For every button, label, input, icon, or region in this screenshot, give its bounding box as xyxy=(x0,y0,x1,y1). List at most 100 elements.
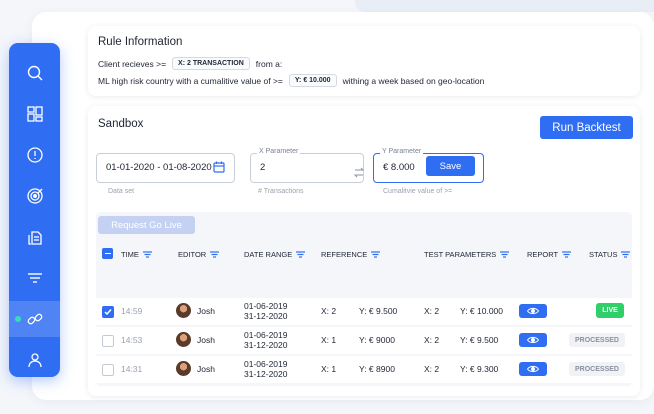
run-backtest-button[interactable]: Run Backtest xyxy=(540,116,633,139)
avatar xyxy=(176,361,191,376)
time-cell: 14:53 xyxy=(121,335,143,345)
sort-icon[interactable] xyxy=(296,251,306,258)
date-start: 01-06-2019 xyxy=(244,301,288,311)
link-icon xyxy=(27,313,42,325)
sandbox-card: Sandbox Run Backtest 01-01-2020 - 01-08-… xyxy=(88,106,640,396)
header-test-parameters[interactable]: TEST PARAMETERS xyxy=(424,250,510,259)
dataset-date-range-field[interactable]: 01-01-2020 - 01-08-2020 xyxy=(96,153,235,183)
rule-line-1-suffix: from a: xyxy=(255,58,283,69)
x-parameter-legend: X Parameter xyxy=(257,148,301,155)
x-transaction-chip[interactable]: X: 2 TRANSACTION xyxy=(172,57,250,70)
reference-y-cell: Y: € 9.500 xyxy=(359,306,398,316)
date-start: 01-06-2019 xyxy=(244,359,288,369)
sort-icon[interactable] xyxy=(500,251,510,258)
reference-x-cell: X: 1 xyxy=(321,335,337,345)
sidebar-item-dashboard[interactable] xyxy=(9,96,60,132)
date-range-cell: 01-06-2019 31-12-2020 xyxy=(244,330,287,350)
row-checkbox[interactable] xyxy=(102,364,114,376)
table-row[interactable]: 14:59 Josh 01-06-2019 31-12-2020 X: 2 Y: … xyxy=(96,298,632,325)
save-button[interactable]: Save xyxy=(426,156,475,176)
status-badge: PROCESSED xyxy=(569,333,625,347)
header-status-label: STATUS xyxy=(589,250,618,259)
header-time[interactable]: TIME xyxy=(121,250,152,259)
row-checkbox[interactable] xyxy=(102,306,114,318)
sort-icon[interactable] xyxy=(371,251,381,258)
test-y-cell: Y: € 10.000 xyxy=(460,306,504,316)
sandbox-title: Sandbox xyxy=(98,118,144,130)
time-cell: 14:59 xyxy=(121,306,143,316)
alert-circle-icon xyxy=(26,147,43,163)
view-report-button[interactable] xyxy=(519,304,547,318)
rule-title: Rule Information xyxy=(98,36,183,48)
rule-line-1-prefix: Client recieves >= xyxy=(98,58,167,69)
time-cell: 14:31 xyxy=(121,364,143,374)
header-test-parameters-label: TEST PARAMETERS xyxy=(424,250,497,259)
header-reference[interactable]: REFERENCE xyxy=(321,250,381,259)
y-parameter-legend: Y Parameter xyxy=(380,148,424,155)
header-time-label: TIME xyxy=(121,250,139,259)
avatar xyxy=(176,332,191,347)
test-x-cell: X: 2 xyxy=(424,306,440,316)
table-row[interactable]: 14:31 Josh 01-06-2019 31-12-2020 X: 1 Y: … xyxy=(96,356,632,383)
filter-icon xyxy=(27,273,42,283)
row-checkbox[interactable] xyxy=(102,335,114,347)
reference-y-cell: Y: € 9000 xyxy=(359,335,395,345)
reference-x-cell: X: 1 xyxy=(321,364,337,374)
editor-cell: Josh xyxy=(197,306,215,316)
date-start: 01-06-2019 xyxy=(244,330,288,340)
date-end: 31-12-2020 xyxy=(244,340,288,350)
dataset-date-range-value: 01-01-2020 - 01-08-2020 xyxy=(106,162,212,173)
sort-icon[interactable] xyxy=(210,251,220,258)
x-parameter-value: 2 xyxy=(260,162,266,173)
eye-icon xyxy=(527,307,539,315)
view-report-button[interactable] xyxy=(519,333,547,347)
view-report-button[interactable] xyxy=(519,362,547,376)
sidebar-item-targets[interactable] xyxy=(9,178,60,214)
sidebar xyxy=(9,43,60,377)
date-range-cell: 01-06-2019 31-12-2020 xyxy=(244,359,287,379)
header-reference-label: REFERENCE xyxy=(321,250,368,259)
background-card xyxy=(355,0,654,12)
sidebar-item-search[interactable] xyxy=(9,55,60,91)
request-go-live-button[interactable]: Request Go Live xyxy=(98,216,195,234)
rule-line-1: Client recieves >= X: 2 TRANSACTION from… xyxy=(98,57,282,70)
backtest-table: Request Go Live TIME EDITOR DATE RANGE R… xyxy=(96,212,632,386)
test-y-cell: Y: € 9.500 xyxy=(460,335,499,345)
table-row[interactable]: 14:53 Josh 01-06-2019 31-12-2020 X: 1 Y: … xyxy=(96,327,632,354)
reference-x-cell: X: 2 xyxy=(321,306,337,316)
test-x-cell: X: 2 xyxy=(424,335,440,345)
sidebar-item-profile[interactable] xyxy=(9,342,60,378)
sort-icon[interactable] xyxy=(562,251,572,258)
sidebar-item-backtest[interactable] xyxy=(9,301,60,337)
header-report[interactable]: REPORT xyxy=(527,250,572,259)
search-icon xyxy=(27,65,42,81)
reference-y-cell: Y: € 8900 xyxy=(359,364,395,374)
header-editor-label: EDITOR xyxy=(178,250,207,259)
eye-icon xyxy=(527,365,539,373)
test-x-cell: X: 2 xyxy=(424,364,440,374)
user-icon xyxy=(27,353,42,368)
header-editor[interactable]: EDITOR xyxy=(178,250,220,259)
x-parameter-field[interactable]: X Parameter 2 xyxy=(250,148,365,183)
documents-icon xyxy=(27,231,42,245)
header-date-range-label: DATE RANGE xyxy=(244,250,293,259)
y-parameter-field[interactable]: Y Parameter € 8.000 Save xyxy=(373,148,484,183)
header-date-range[interactable]: DATE RANGE xyxy=(244,250,306,259)
date-end: 31-12-2020 xyxy=(244,369,288,379)
select-all-checkbox[interactable] xyxy=(102,248,113,259)
check-icon xyxy=(104,309,112,316)
target-icon xyxy=(26,188,43,204)
sidebar-item-alerts[interactable] xyxy=(9,137,60,173)
sort-icon[interactable] xyxy=(142,251,152,258)
sort-icon[interactable] xyxy=(621,251,631,258)
swap-icon[interactable] xyxy=(353,167,365,178)
sidebar-item-documents[interactable] xyxy=(9,219,60,255)
header-status[interactable]: STATUS xyxy=(589,250,631,259)
header-report-label: REPORT xyxy=(527,250,559,259)
calendar-icon[interactable] xyxy=(213,161,225,173)
sidebar-item-filters[interactable] xyxy=(9,260,60,296)
y-value-chip[interactable]: Y: € 10.000 xyxy=(288,74,337,87)
eye-icon xyxy=(527,336,539,344)
rule-line-2-suffix: withing a week based on geo-location xyxy=(342,75,485,86)
y-parameter-help: Cumalitvie value of >= xyxy=(383,188,453,195)
